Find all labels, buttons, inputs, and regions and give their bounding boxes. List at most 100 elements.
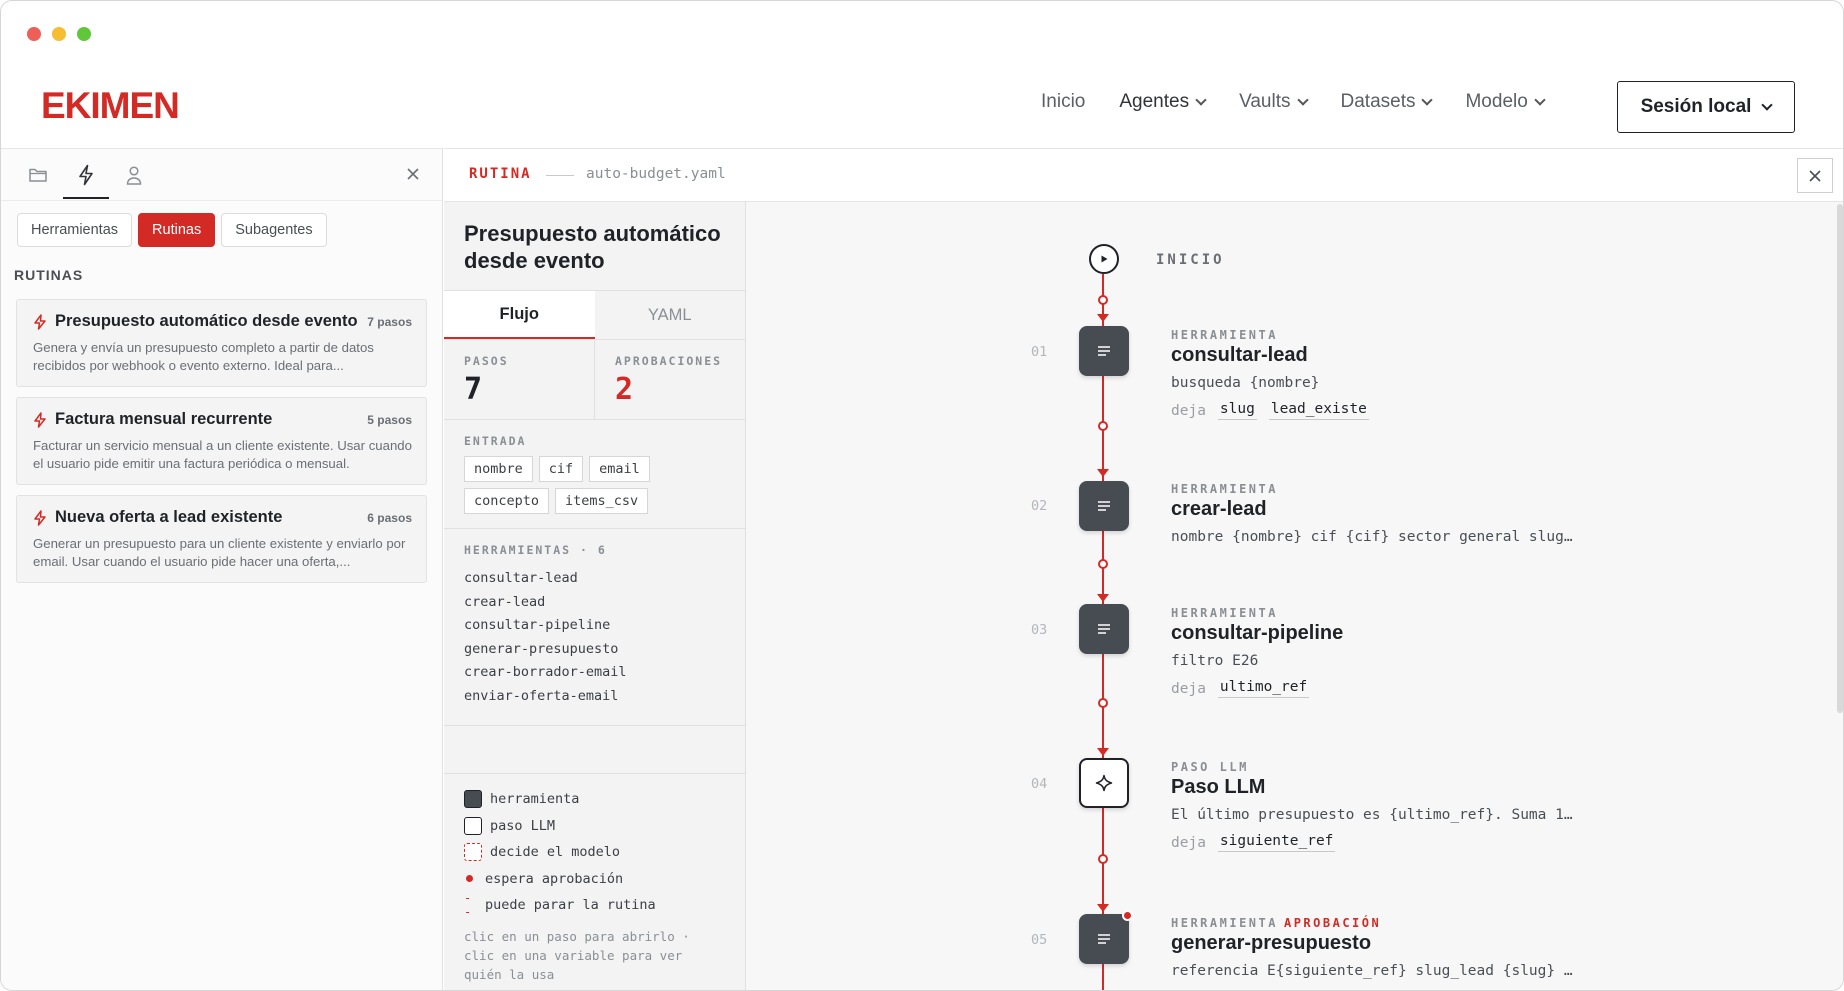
bolt-icon xyxy=(34,411,46,428)
routine-card[interactable]: Factura mensual recurrente 5 pasos Factu… xyxy=(16,397,427,485)
input-chip[interactable]: cif xyxy=(538,456,584,482)
chevron-down-icon xyxy=(1421,93,1434,106)
input-chip[interactable]: items_csv xyxy=(555,488,649,514)
window-controls xyxy=(27,27,91,41)
input-chips: nombre cif email concepto items_csv xyxy=(464,456,725,514)
output-variable[interactable]: ultimo_ref xyxy=(1217,679,1310,698)
step-detail[interactable]: HERRAMIENTA consultar-pipeline filtro E2… xyxy=(1171,606,1811,698)
step-detail[interactable]: HERRAMIENTA consultar-lead busqueda {nom… xyxy=(1171,328,1811,420)
step-name: crear-lead xyxy=(1171,498,1267,520)
stat-approvals: APROBACIONES 2 xyxy=(594,340,745,419)
start-label: INICIO xyxy=(1156,252,1225,268)
chevron-down-icon xyxy=(1761,98,1774,111)
tab-subagentes[interactable]: Subagentes xyxy=(221,213,327,247)
tab-yaml[interactable]: YAML xyxy=(594,291,745,339)
tool-node[interactable] xyxy=(1079,481,1129,531)
close-icon[interactable] xyxy=(406,167,420,186)
minimize-window-button[interactable] xyxy=(52,27,66,41)
routine-desc: Genera y envía un presupuesto completo a… xyxy=(33,340,374,373)
routine-desc: Facturar un servicio mensual a un client… xyxy=(33,438,412,471)
step-detail[interactable]: PASO LLM Paso LLM El último presupuesto … xyxy=(1171,760,1811,852)
connector-dot xyxy=(1098,698,1108,708)
tool-item[interactable]: generar-presupuesto xyxy=(464,638,725,662)
step-args: busqueda {nombre} xyxy=(1171,375,1320,391)
legend-label: herramienta xyxy=(490,791,580,808)
bolt-icon xyxy=(34,509,46,526)
section-label: ENTRADA xyxy=(464,434,527,448)
scrollbar[interactable] xyxy=(1837,204,1843,713)
nav-modelo[interactable]: Modelo xyxy=(1465,91,1546,113)
nav-datasets[interactable]: Datasets xyxy=(1341,91,1434,113)
input-chip[interactable]: nombre xyxy=(464,456,533,482)
stat-value: 2 xyxy=(615,372,634,407)
llm-swatch xyxy=(464,816,482,835)
routine-card[interactable]: Presupuesto automático desde evento 7 pa… xyxy=(16,299,427,387)
tool-item[interactable]: consultar-pipeline xyxy=(464,614,725,638)
input-chip[interactable]: concepto xyxy=(464,488,550,514)
routine-card[interactable]: Nueva oferta a lead existente 6 pasos Ge… xyxy=(16,495,427,583)
tool-item[interactable]: consultar-lead xyxy=(464,567,725,591)
folder-icon[interactable] xyxy=(25,163,51,187)
logo[interactable]: EKIMEN xyxy=(41,85,180,127)
tool-node[interactable] xyxy=(1079,326,1129,376)
tool-item[interactable]: crear-lead xyxy=(464,591,725,615)
step-args: filtro E26 xyxy=(1171,653,1259,669)
close-window-button[interactable] xyxy=(27,27,41,41)
sidebar-heading: RUTINAS xyxy=(14,267,84,283)
lines-icon xyxy=(1098,934,1110,944)
bolt-icon[interactable] xyxy=(63,163,109,199)
tool-item[interactable]: crear-borrador-email xyxy=(464,661,725,685)
legend-label: paso LLM xyxy=(490,817,556,834)
step-type-label: HERRAMIENTA xyxy=(1171,606,1278,620)
connector-dot xyxy=(1098,854,1108,864)
tab-flujo[interactable]: Flujo xyxy=(444,291,595,339)
legend-label: puede parar la rutina xyxy=(485,897,656,914)
nav-label: Agentes xyxy=(1119,91,1190,112)
user-icon[interactable] xyxy=(121,163,147,187)
tool-node[interactable] xyxy=(1079,604,1129,654)
output-variable[interactable]: siguiente_ref xyxy=(1217,833,1336,852)
maximize-window-button[interactable] xyxy=(77,27,91,41)
step-type-label: HERRAMIENTA xyxy=(1171,328,1278,342)
step-detail[interactable]: HERRAMIENTA APROBACIÓN generar-presupuest… xyxy=(1171,916,1811,979)
routine-desc: Generar un presupuesto para un cliente e… xyxy=(33,536,406,569)
step-detail[interactable]: HERRAMIENTA crear-lead nombre {nombre} c… xyxy=(1171,482,1811,545)
step-name: Paso LLM xyxy=(1171,776,1266,798)
step-type: HERRAMIENTA xyxy=(1171,606,1811,620)
llm-node[interactable] xyxy=(1079,758,1129,808)
arrow-icon xyxy=(1097,314,1109,322)
divider xyxy=(546,175,574,176)
step-args: nombre {nombre} cif {cif} sector general… xyxy=(1171,529,1573,545)
step-name: consultar-lead xyxy=(1171,344,1308,366)
tool-swatch xyxy=(464,790,482,809)
model-decides-swatch xyxy=(464,843,482,862)
nav-vaults[interactable]: Vaults xyxy=(1239,91,1309,113)
tab-rutinas[interactable]: Rutinas xyxy=(138,213,216,247)
legend: herramienta paso LLM decide el modelo es… xyxy=(444,773,745,990)
tool-item[interactable]: enviar-oferta-email xyxy=(464,685,725,709)
step-type-label: HERRAMIENTA xyxy=(1171,482,1278,496)
nav-inicio[interactable]: Inicio xyxy=(1041,91,1085,113)
connector-dot xyxy=(1098,295,1108,305)
output-variable[interactable]: slug xyxy=(1217,401,1257,420)
step-number: 05 xyxy=(1031,932,1048,948)
view-tabs: Flujo YAML xyxy=(444,290,745,340)
legend-label: espera aprobación xyxy=(485,870,624,887)
step-type-label: PASO LLM xyxy=(1171,760,1249,774)
routine-title: Factura mensual recurrente xyxy=(55,410,273,428)
start-node[interactable] xyxy=(1089,244,1119,274)
routine-title: Nueva oferta a lead existente xyxy=(55,508,283,526)
arrow-icon xyxy=(1097,594,1109,602)
legend-item: espera aprobación xyxy=(464,866,725,893)
input-chip[interactable]: email xyxy=(589,456,650,482)
tab-herramientas[interactable]: Herramientas xyxy=(17,213,133,247)
output-variable[interactable]: lead_existe xyxy=(1268,401,1369,420)
tool-node[interactable] xyxy=(1079,910,1133,964)
close-routine-button[interactable] xyxy=(1797,158,1833,193)
step-args: referencia E{siguiente_ref} slug_lead {s… xyxy=(1171,963,1573,979)
session-button[interactable]: Sesión local xyxy=(1617,81,1795,133)
session-label: Sesión local xyxy=(1640,96,1752,117)
routine-title: Presupuesto automático desde evento xyxy=(55,312,358,330)
nav-agentes[interactable]: Agentes xyxy=(1119,91,1207,113)
flow-canvas[interactable]: INICIO 01 HERRAMIENTA consultar-lead bus… xyxy=(746,202,1843,990)
